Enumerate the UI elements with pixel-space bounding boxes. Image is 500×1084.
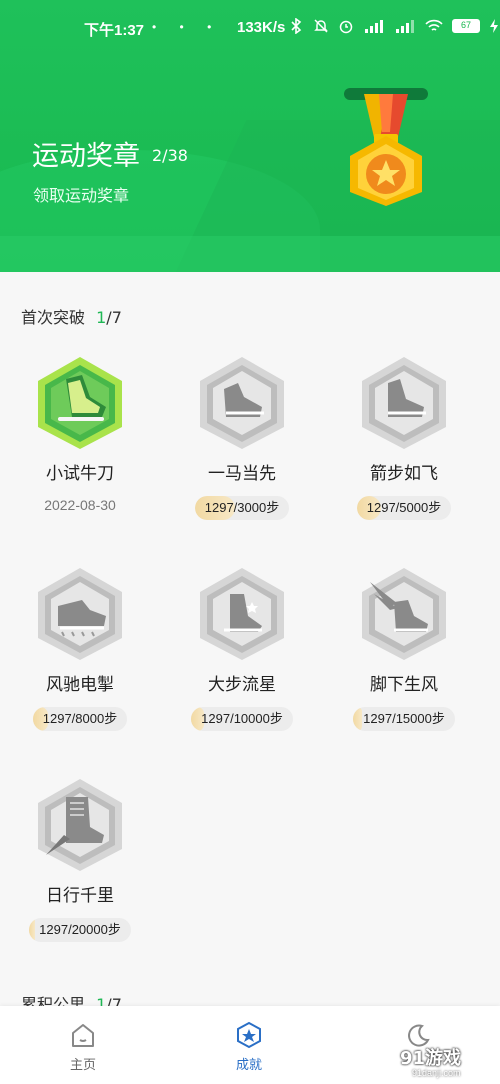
nav-achievements[interactable]: 成就 — [204, 1020, 294, 1073]
badge-card[interactable]: 大步流星 1297/10000步 — [162, 566, 322, 735]
badge-progress-fill — [29, 918, 36, 942]
header-ground-decoration — [0, 236, 500, 272]
sneaker-icon — [200, 357, 284, 449]
claim-medal-link[interactable]: 领取运动奖章 — [33, 182, 129, 206]
badge-progress: 1297/10000步 — [191, 707, 293, 731]
nav-home[interactable]: 主页 — [38, 1020, 128, 1073]
watermark-logo: 91游戏 — [400, 1048, 462, 1069]
battery-level: 67 — [460, 20, 471, 30]
badge-name: 日行千里 — [46, 886, 114, 906]
badge-progress-text: 1297/3000步 — [204, 500, 280, 515]
badge-progress: 1297/20000步 — [29, 918, 131, 942]
badge-progress-text: 1297/10000步 — [201, 711, 283, 726]
watermark-url: 91danji.com — [412, 1068, 461, 1078]
high-boot-icon — [38, 779, 122, 871]
mute-bell-icon — [314, 19, 328, 33]
wifi-icon — [425, 19, 443, 31]
winged-shoe-icon — [362, 568, 446, 660]
status-time: 下午1:37 — [84, 22, 145, 39]
signal-hd-icon — [396, 20, 414, 33]
sneaker-icon — [362, 357, 446, 449]
section-progress-total: /7 — [106, 308, 122, 327]
spiked-shoe-icon — [38, 568, 122, 660]
status-icons: 67 — [288, 18, 499, 34]
badge-card[interactable]: 箭步如飞 1297/5000步 — [324, 355, 484, 524]
nav-home-label: 主页 — [69, 1058, 96, 1073]
badge-card[interactable]: 一马当先 1297/3000步 — [162, 355, 322, 524]
running-shoe-icon — [38, 357, 122, 449]
signal-hd-icon — [365, 20, 383, 33]
badge-name: 小试牛刀 — [46, 464, 114, 484]
badge-name: 脚下生风 — [370, 675, 438, 695]
badge-progress-text: 1297/15000步 — [363, 711, 445, 726]
section-progress-done: 1 — [96, 308, 107, 327]
badge-progress-text: 1297/5000步 — [366, 500, 442, 515]
notification-icons: • • • — [152, 20, 222, 34]
badge-progress-fill — [353, 707, 363, 731]
star-boot-icon — [200, 568, 284, 660]
badge-progress: 1297/5000步 — [356, 496, 452, 520]
page-title: 运动奖章 — [32, 141, 140, 172]
home-icon — [72, 1024, 94, 1047]
badge-name: 箭步如飞 — [370, 464, 438, 484]
battery-icon: 67 — [452, 19, 480, 33]
badge-progress-text: 1297/8000步 — [42, 711, 118, 726]
badge-card[interactable]: 风驰电掣 1297/8000步 — [0, 566, 160, 735]
nav-achievements-label: 成就 — [235, 1058, 262, 1073]
status-bar: 下午1:37 • • • 133K/s 67 — [0, 0, 500, 56]
network-speed: 133K/s — [237, 19, 286, 36]
badge-card[interactable]: 小试牛刀 2022-08-30 — [0, 355, 160, 513]
section-title-first-breakthrough: 首次突破 1/7 — [21, 304, 122, 328]
badge-name: 大步流星 — [208, 675, 276, 695]
badge-progress: 1297/8000步 — [32, 707, 128, 731]
bluetooth-icon — [291, 18, 302, 34]
badge-progress: 1297/15000步 — [353, 707, 455, 731]
section-title-text: 首次突破 — [21, 308, 86, 327]
alarm-icon — [339, 20, 353, 34]
medal-icon — [344, 88, 428, 206]
achievement-icon — [237, 1021, 261, 1049]
badge-progress: 1297/3000步 — [194, 496, 290, 520]
medal-count: 2/38 — [152, 146, 188, 165]
header-banner: 下午1:37 • • • 133K/s 67 运动奖章 2/38 领取运动奖章 — [0, 0, 500, 272]
badge-progress-text: 1297/20000步 — [39, 922, 121, 937]
badge-name: 风驰电掣 — [46, 675, 114, 695]
charging-icon — [490, 19, 498, 33]
badge-date: 2022-08-30 — [44, 497, 116, 513]
badge-card[interactable]: 脚下生风 1297/15000步 — [324, 566, 484, 735]
badge-name: 一马当先 — [208, 464, 276, 484]
badge-card[interactable]: 日行千里 1297/20000步 — [0, 777, 160, 946]
